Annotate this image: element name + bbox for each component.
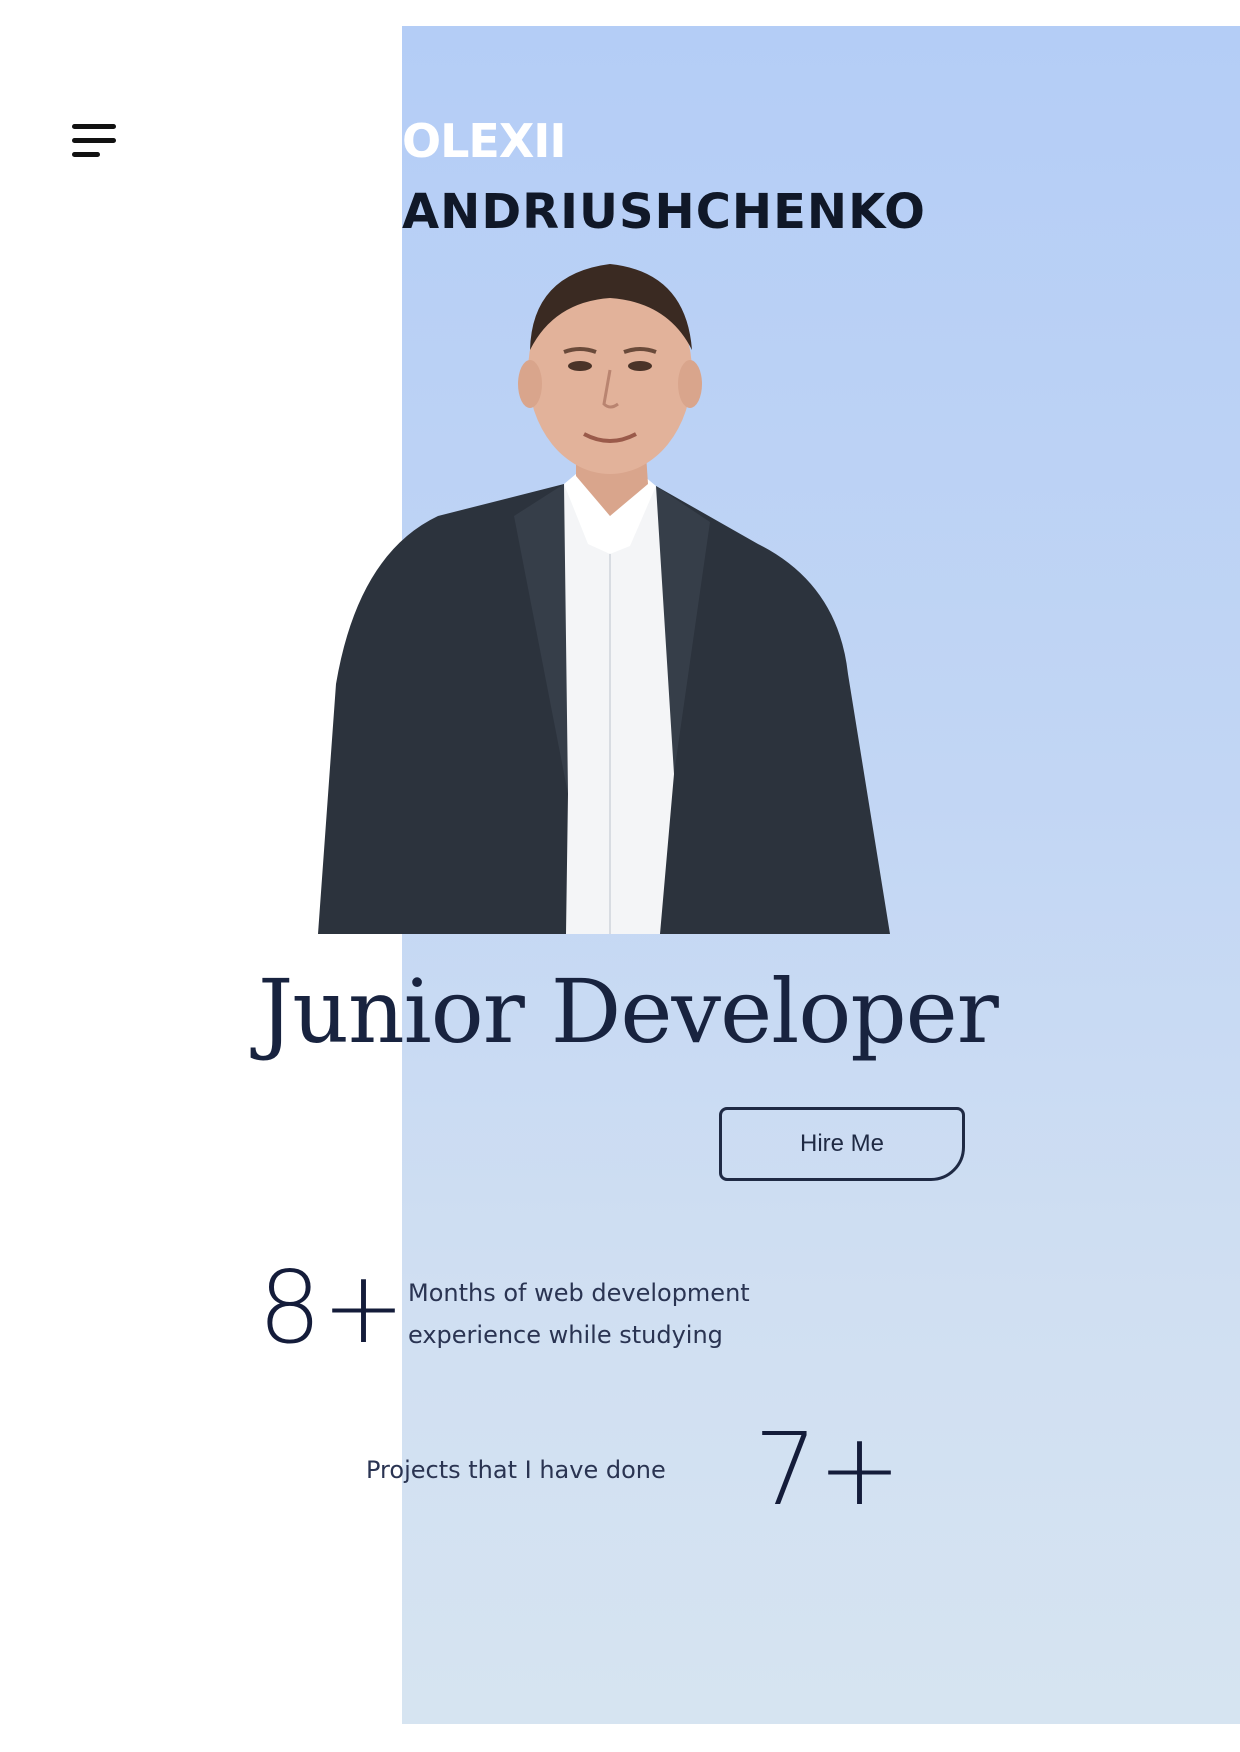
- menu-line: [72, 152, 100, 157]
- first-name-logo: OLEXII: [402, 114, 567, 168]
- job-title-heading: Junior Developer: [258, 960, 999, 1063]
- menu-line: [72, 124, 116, 129]
- hire-me-button[interactable]: Hire Me: [719, 1107, 965, 1181]
- hamburger-menu-icon[interactable]: [68, 118, 120, 166]
- menu-line: [72, 138, 116, 143]
- stat-months-value: 8+: [258, 1249, 406, 1366]
- shirt-shape: [564, 484, 674, 934]
- stat-projects-label: Projects that I have done: [366, 1456, 666, 1484]
- portrait-photo: [318, 264, 890, 934]
- stat-months-label: Months of web development experience whi…: [408, 1279, 750, 1349]
- stat-projects-value: 7+: [754, 1411, 902, 1528]
- last-name-heading: ANDRIUSHCHENKO: [402, 184, 926, 240]
